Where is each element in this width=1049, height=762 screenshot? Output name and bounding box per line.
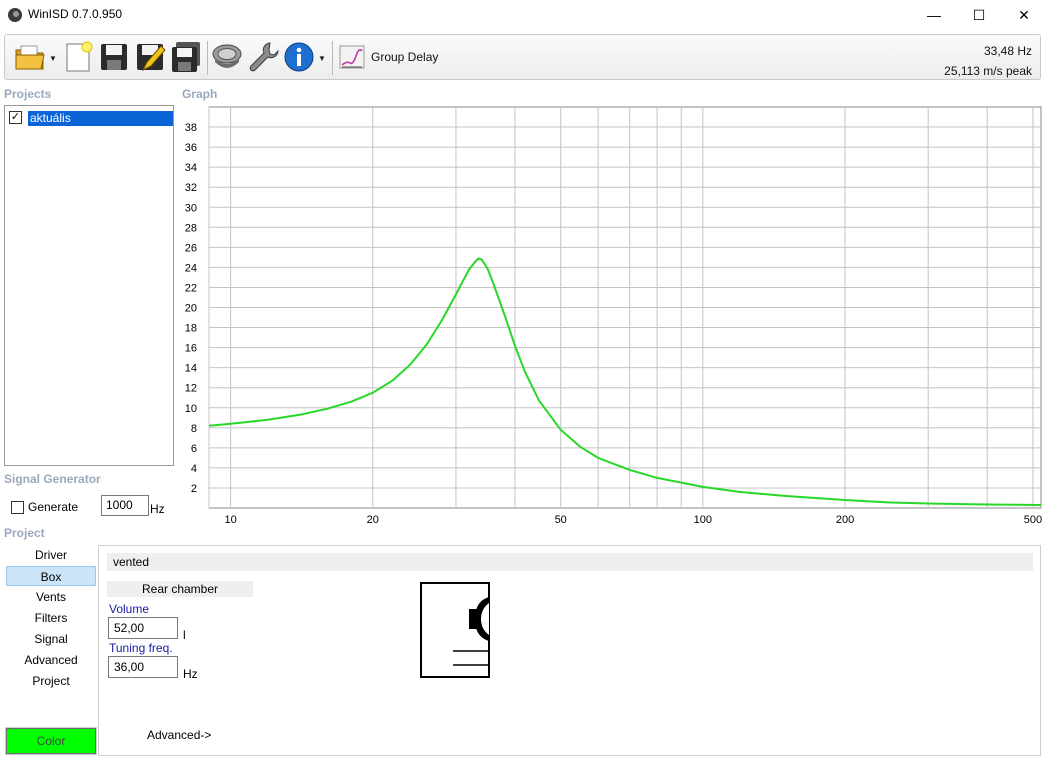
y-tick-label: 18 bbox=[185, 323, 197, 335]
generate-label: Generate bbox=[28, 500, 79, 514]
y-tick-label: 12 bbox=[185, 383, 197, 395]
volume-label: Volume bbox=[109, 602, 150, 616]
y-tick-label: 34 bbox=[185, 162, 197, 174]
vented-box-diagram bbox=[420, 582, 490, 678]
x-tick-label: 100 bbox=[694, 514, 712, 524]
title-bar: WinISD 0.7.0.950 — ☐ ✕ bbox=[0, 0, 1049, 30]
graph-label: Graph bbox=[182, 87, 218, 101]
new-project-icon[interactable] bbox=[61, 40, 95, 74]
minimize-button[interactable]: — bbox=[911, 0, 957, 30]
volume-unit: l bbox=[183, 628, 186, 642]
projects-list: ✓ aktuális bbox=[4, 105, 174, 466]
open-folder-icon[interactable] bbox=[13, 40, 47, 74]
x-tick-label: 20 bbox=[367, 514, 379, 524]
y-tick-label: 30 bbox=[185, 202, 197, 214]
y-tick-label: 26 bbox=[185, 242, 197, 254]
color-button[interactable]: Color bbox=[5, 727, 97, 755]
open-dropdown-icon[interactable]: ▼ bbox=[49, 54, 57, 63]
save-as-icon[interactable] bbox=[133, 40, 167, 74]
tuning-freq-input[interactable]: 36,00 bbox=[108, 656, 178, 678]
close-button[interactable]: ✕ bbox=[1001, 0, 1047, 30]
nav-box[interactable]: Box bbox=[6, 566, 96, 586]
save-all-icon[interactable] bbox=[169, 40, 203, 74]
driver-icon[interactable] bbox=[210, 40, 244, 74]
y-tick-label: 22 bbox=[185, 282, 197, 294]
group-delay-label: Group Delay bbox=[371, 50, 439, 64]
y-tick-label: 8 bbox=[191, 423, 197, 435]
y-tick-label: 24 bbox=[185, 262, 197, 274]
y-tick-label: 32 bbox=[185, 182, 197, 194]
group-delay-graph[interactable]: 246810121416182022242628303234363810 20 50… bbox=[176, 104, 1044, 524]
info-icon[interactable] bbox=[282, 40, 316, 74]
box-panel: vented Rear chamber Volume 52,00 l Tunin… bbox=[98, 545, 1041, 756]
maximize-button[interactable]: ☐ bbox=[956, 0, 1002, 30]
generate-checkbox[interactable] bbox=[11, 501, 24, 514]
y-tick-label: 6 bbox=[191, 443, 197, 455]
toolbar-separator bbox=[332, 41, 333, 75]
group-delay-button[interactable]: Group Delay bbox=[339, 43, 459, 73]
y-tick-label: 38 bbox=[185, 122, 197, 134]
advanced-link[interactable]: Advanced-> bbox=[147, 728, 211, 742]
nav-signal[interactable]: Signal bbox=[6, 629, 96, 649]
y-tick-label: 2 bbox=[191, 483, 197, 495]
nav-advanced[interactable]: Advanced bbox=[6, 650, 96, 670]
readout-frequency: 33,48 Hz bbox=[983, 44, 1032, 58]
y-tick-label: 14 bbox=[185, 363, 197, 375]
x-tick-label: 10 bbox=[224, 514, 236, 524]
y-tick-label: 10 bbox=[185, 403, 197, 415]
box-type-label: vented bbox=[107, 553, 1033, 571]
nav-vents[interactable]: Vents bbox=[6, 587, 96, 607]
y-tick-label: 20 bbox=[185, 303, 197, 315]
project-name[interactable]: aktuális bbox=[28, 111, 173, 126]
save-icon[interactable] bbox=[97, 40, 131, 74]
projects-label: Projects bbox=[4, 87, 52, 101]
window-title: WinISD 0.7.0.950 bbox=[28, 7, 123, 21]
x-tick-label: 500 bbox=[1024, 514, 1042, 524]
cursor-readout: 33,48 Hz 25,113 m/s peak bbox=[944, 41, 1032, 81]
winisd-app-icon bbox=[8, 8, 22, 22]
readout-value: 25,113 m/s peak bbox=[944, 64, 1032, 78]
toolbar-separator bbox=[207, 41, 208, 75]
y-tick-label: 36 bbox=[185, 142, 197, 154]
y-tick-label: 28 bbox=[185, 222, 197, 234]
nav-project[interactable]: Project bbox=[6, 671, 96, 691]
signal-generator-label: Signal Generator bbox=[4, 472, 101, 486]
tuning-freq-label: Tuning freq. bbox=[109, 641, 173, 655]
info-dropdown-icon[interactable]: ▼ bbox=[318, 54, 326, 63]
generator-unit: Hz bbox=[150, 502, 165, 516]
y-tick-label: 4 bbox=[191, 463, 197, 475]
toolbar: ▼ ▼ Group Delay 33,48 Hz 25,113 m/s peak bbox=[4, 34, 1041, 80]
project-section-label: Project bbox=[4, 526, 45, 540]
rear-chamber-header: Rear chamber bbox=[107, 581, 253, 597]
nav-filters[interactable]: Filters bbox=[6, 608, 96, 628]
project-checkbox[interactable]: ✓ bbox=[9, 111, 22, 124]
x-tick-label: 50 bbox=[555, 514, 567, 524]
tools-wrench-icon[interactable] bbox=[246, 40, 280, 74]
x-tick-label: 200 bbox=[836, 514, 854, 524]
generator-frequency-input[interactable]: 1000 bbox=[101, 495, 149, 516]
y-tick-label: 16 bbox=[185, 343, 197, 355]
group-delay-chart-icon bbox=[339, 45, 365, 69]
tuning-freq-unit: Hz bbox=[183, 667, 198, 681]
nav-driver[interactable]: Driver bbox=[6, 545, 96, 565]
volume-input[interactable]: 52,00 bbox=[108, 617, 178, 639]
project-item[interactable]: ✓ aktuális bbox=[9, 111, 173, 126]
